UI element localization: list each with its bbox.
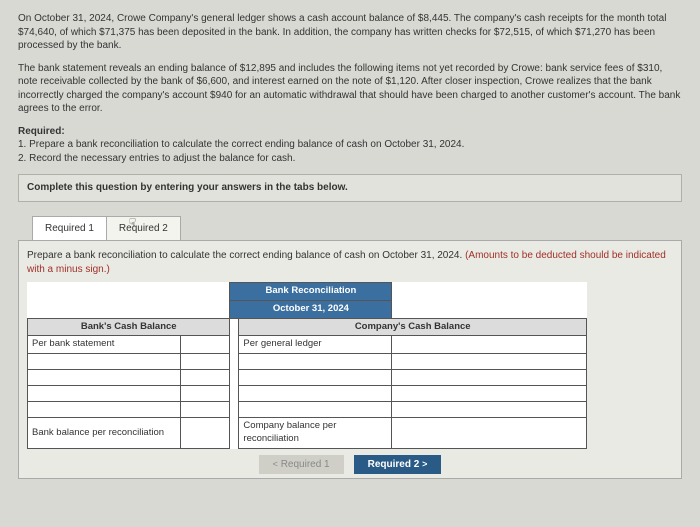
panel-prompt-main: Prepare a bank reconciliation to calcula… — [27, 250, 465, 261]
problem-paragraph-2: The bank statement reveals an ending bal… — [18, 62, 682, 116]
nav-next-label: Required 2 — [368, 459, 420, 470]
reconciliation-table: Bank Reconciliation October 31, 2024 Ban… — [27, 282, 587, 449]
tab-required-2-label: Required 2 — [119, 223, 168, 234]
input-bank-line-4-amt[interactable] — [180, 402, 230, 418]
input-bank-line-1-amt[interactable] — [180, 354, 230, 370]
tab-bar: Required 1 Required 2 ☟ — [32, 216, 682, 241]
input-company-line-2-desc[interactable] — [239, 370, 392, 386]
input-bank-line-1-desc[interactable] — [28, 354, 181, 370]
input-bank-line-2-desc[interactable] — [28, 370, 181, 386]
nav-next-button[interactable]: Required 2 > — [354, 455, 442, 474]
col-head-bank: Bank's Cash Balance — [28, 318, 230, 336]
col-head-company: Company's Cash Balance — [239, 318, 587, 336]
tab-required-2[interactable]: Required 2 ☟ — [106, 216, 181, 241]
input-company-balance-per-recon[interactable] — [392, 418, 587, 449]
input-company-line-4-desc[interactable] — [239, 402, 392, 418]
input-company-line-1-desc[interactable] — [239, 354, 392, 370]
work-panel: Prepare a bank reconciliation to calcula… — [18, 240, 682, 479]
tab-required-1[interactable]: Required 1 — [32, 216, 107, 241]
input-per-general-ledger[interactable] — [392, 336, 587, 354]
problem-paragraph-1: On October 31, 2024, Crowe Company's gen… — [18, 12, 682, 53]
required-item-2: 2. Record the necessary entries to adjus… — [18, 152, 682, 166]
input-bank-line-3-amt[interactable] — [180, 386, 230, 402]
nav-row: < Required 1 Required 2 > — [27, 455, 673, 474]
nav-prev-button[interactable]: < Required 1 — [259, 455, 344, 474]
label-per-bank-statement: Per bank statement — [28, 336, 181, 354]
label-company-balance-per-recon: Company balance per reconciliation — [239, 418, 392, 449]
chevron-right-icon: > — [422, 459, 427, 469]
nav-prev-label: Required 1 — [281, 459, 330, 470]
input-company-line-3-amt[interactable] — [392, 386, 587, 402]
label-per-general-ledger: Per general ledger — [239, 336, 392, 354]
label-bank-balance-per-recon: Bank balance per reconciliation — [28, 418, 181, 449]
panel-prompt: Prepare a bank reconciliation to calcula… — [27, 249, 673, 276]
input-company-line-3-desc[interactable] — [239, 386, 392, 402]
input-bank-balance-per-recon[interactable] — [180, 418, 230, 449]
chevron-left-icon: < — [273, 459, 278, 469]
required-item-1: 1. Prepare a bank reconciliation to calc… — [18, 138, 682, 152]
input-company-line-2-amt[interactable] — [392, 370, 587, 386]
input-company-line-1-amt[interactable] — [392, 354, 587, 370]
input-bank-line-3-desc[interactable] — [28, 386, 181, 402]
table-title: Bank Reconciliation — [230, 283, 392, 301]
table-date: October 31, 2024 — [230, 300, 392, 318]
instruction-box: Complete this question by entering your … — [18, 174, 682, 202]
input-bank-line-2-amt[interactable] — [180, 370, 230, 386]
input-bank-line-4-desc[interactable] — [28, 402, 181, 418]
required-heading: Required: — [18, 125, 682, 139]
input-per-bank-statement[interactable] — [180, 336, 230, 354]
input-company-line-4-amt[interactable] — [392, 402, 587, 418]
